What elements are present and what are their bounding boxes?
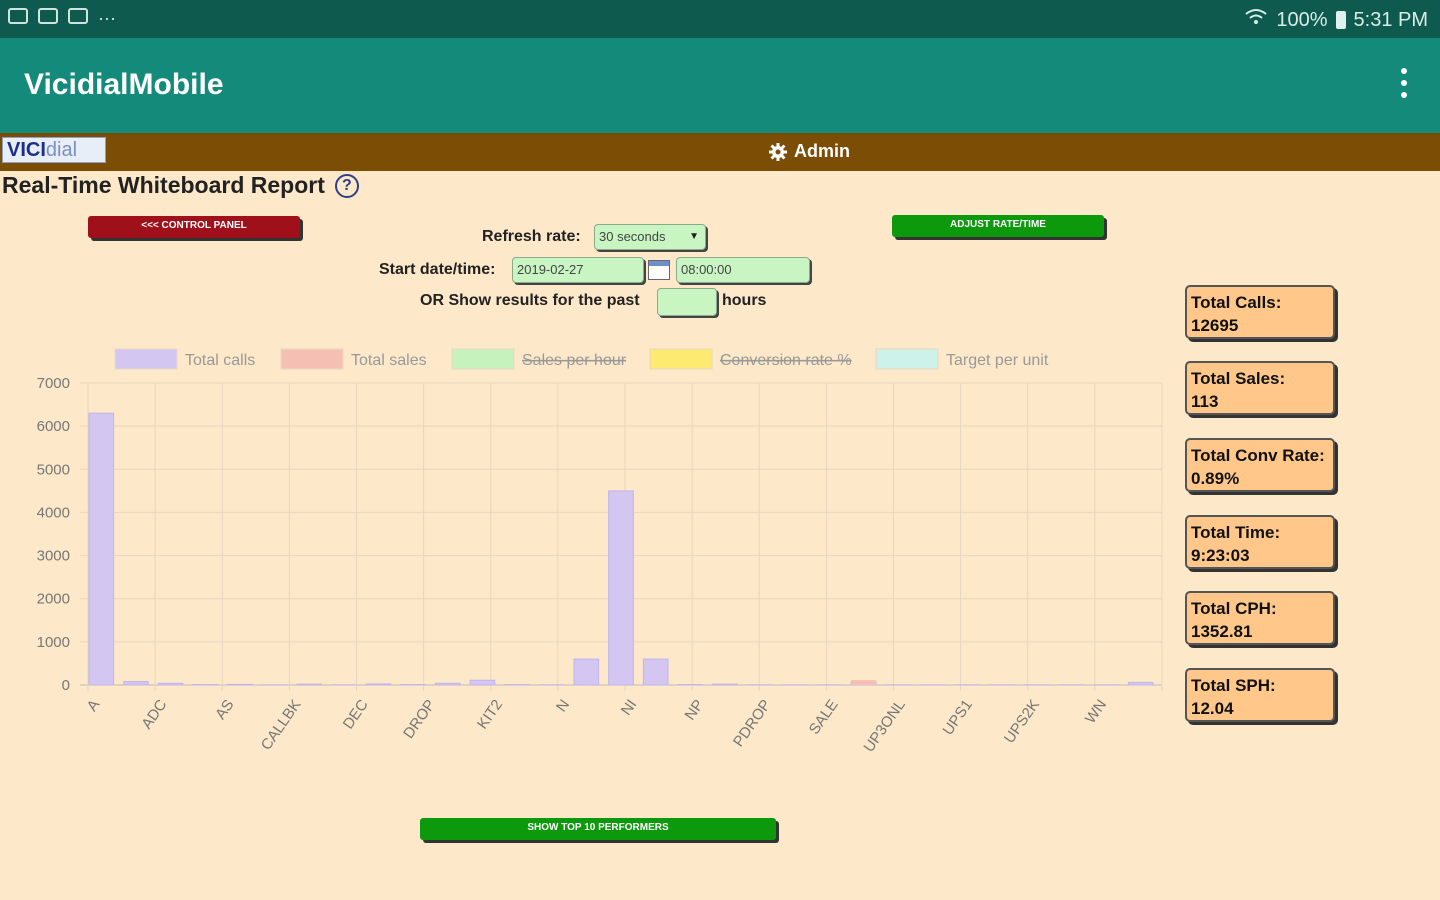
x-tick-label: WN (1082, 697, 1110, 727)
bar-total-calls (469, 679, 496, 686)
y-tick-label: 1000 (37, 634, 70, 651)
bar-total-calls (1127, 681, 1154, 686)
bar-total-calls (296, 683, 323, 686)
x-tick-label: N (553, 697, 573, 716)
x-tick-label: SALE (806, 697, 842, 738)
legend-label: Conversion rate % (720, 352, 852, 369)
bar-total-calls (434, 682, 461, 686)
y-tick-label: 0 (62, 677, 70, 694)
show-top-performers-button[interactable]: SHOW TOP 10 PERFORMERS (420, 818, 776, 840)
control-panel-button[interactable]: <<< CONTROL PANEL (88, 216, 300, 238)
bar-total-calls (642, 658, 669, 686)
calendar-icon[interactable] (648, 260, 670, 280)
bar-total-calls (573, 658, 600, 686)
admin-link[interactable]: Admin (768, 141, 850, 162)
legend-swatch (114, 348, 178, 370)
start-date-input[interactable]: 2019-02-27 (512, 257, 644, 283)
overflow-menu-icon[interactable] (1400, 68, 1408, 98)
x-tick-label: UPS2K (1001, 697, 1043, 747)
legend-swatch (451, 348, 515, 370)
past-hours-label: OR Show results for the past (420, 292, 640, 309)
x-tick-label: PDROP (730, 697, 775, 750)
play-store-icon (68, 8, 88, 24)
legend-label: Sales per hour (522, 352, 627, 369)
x-tick-label: DEC (340, 696, 372, 732)
past-hours-input[interactable] (657, 288, 717, 316)
bar-total-calls (227, 683, 253, 686)
legend-swatch (280, 348, 344, 370)
bar-total-calls (123, 681, 149, 686)
wifi-icon (1244, 8, 1268, 32)
battery-percent: 100% (1276, 8, 1328, 31)
message-icon (38, 8, 58, 24)
x-tick-label: ADC (138, 696, 170, 732)
vicidial-logo[interactable]: VICIdial (2, 137, 106, 163)
stat-total-calls: Total Calls: 12695 (1185, 285, 1335, 339)
y-tick-label: 5000 (37, 461, 70, 478)
gear-icon (769, 142, 787, 161)
app-bar: VicidialMobile (0, 38, 1440, 133)
y-tick-label: 2000 (37, 591, 70, 608)
x-tick-label: A (84, 697, 104, 715)
dropdown-arrow-icon: ▼ (689, 231, 699, 242)
bar-total-calls (365, 683, 392, 686)
admin-label: Admin (794, 141, 850, 161)
notification-icons: ··· (8, 8, 116, 29)
battery-icon (1335, 11, 1346, 29)
bar-total-calls (850, 681, 877, 686)
system-icons: 100% 5:31 PM (1244, 8, 1428, 32)
photo-icon (8, 8, 28, 24)
y-tick-label: 7000 (37, 375, 70, 392)
x-tick-label: UP3ONL (860, 697, 908, 756)
legend-label: Total calls (185, 352, 255, 369)
start-time-input[interactable]: 08:00:00 (676, 257, 810, 283)
legend-swatch (649, 348, 713, 370)
stat-total-sph: Total SPH: 12.04 (1185, 668, 1335, 722)
legend-label: Total sales (351, 352, 427, 369)
status-bar: ··· 100% 5:31 PM (0, 0, 1440, 38)
bar-total-sales (851, 680, 876, 685)
x-tick-label: CALLBK (258, 697, 305, 754)
stat-total-cph: Total CPH: 1352.81 (1185, 591, 1335, 645)
bar-total-calls (712, 683, 738, 686)
page-title: Real-Time Whiteboard Report ? (2, 172, 359, 199)
legend-swatch (875, 348, 939, 370)
stat-total-conv-rate: Total Conv Rate: 0.89% (1185, 438, 1335, 492)
stat-total-time: Total Time: 9:23:03 (1185, 515, 1335, 569)
clock: 5:31 PM (1353, 8, 1428, 31)
start-datetime-label: Start date/time: (379, 261, 496, 278)
bar-total-calls (88, 412, 115, 686)
y-tick-label: 4000 (37, 504, 70, 521)
adjust-rate-time-button[interactable]: ADJUST RATE/TIME (892, 215, 1104, 237)
x-tick-label: NI (618, 697, 641, 719)
refresh-rate-label: Refresh rate: (482, 228, 581, 245)
x-tick-label: NP (682, 697, 708, 724)
help-icon[interactable]: ? (334, 173, 359, 198)
bar-total-calls (157, 682, 184, 686)
legend-label: Target per unit (946, 352, 1049, 369)
more-notifications-icon: ··· (98, 8, 116, 28)
hours-label: hours (722, 292, 767, 309)
page-title-text: Real-Time Whiteboard Report (2, 172, 325, 198)
x-tick-label: UPS1 (939, 697, 975, 739)
stat-total-sales: Total Sales: 113 (1185, 361, 1335, 415)
bar-total-calls (608, 490, 634, 686)
app-title: VicidialMobile (24, 68, 224, 101)
refresh-rate-select[interactable]: 30 seconds ▼ (594, 224, 706, 250)
x-tick-label: AS (212, 697, 237, 723)
y-tick-label: 3000 (37, 548, 70, 565)
vicidial-header: VICIdial Admin (0, 133, 1440, 171)
y-tick-label: 6000 (37, 418, 70, 435)
x-tick-label: DROP (400, 697, 439, 742)
x-tick-label: KIT2 (474, 697, 506, 733)
